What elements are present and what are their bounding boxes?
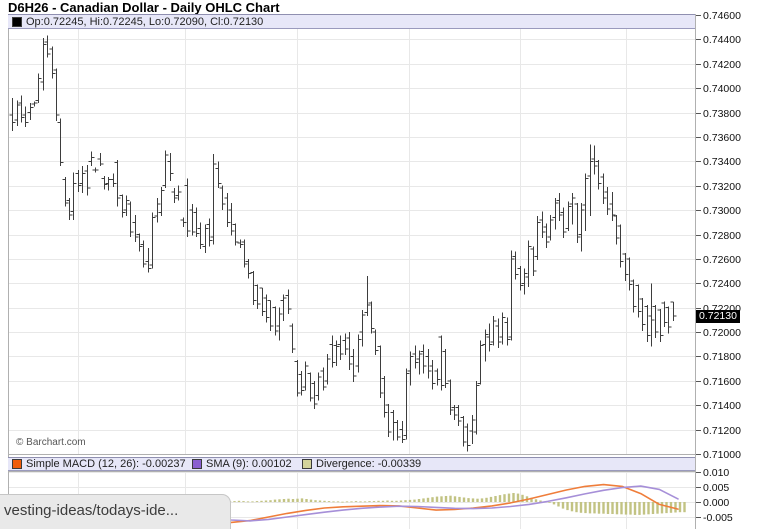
macd-swatch-icon — [12, 459, 22, 469]
svg-text:0.73000: 0.73000 — [703, 205, 741, 217]
svg-text:0.010: 0.010 — [703, 467, 729, 479]
sma-legend-label: SMA (9): 0.00102 — [206, 458, 292, 470]
svg-text:0.74400: 0.74400 — [703, 34, 741, 46]
svg-text:0.005: 0.005 — [703, 482, 729, 494]
svg-text:0.71800: 0.71800 — [703, 351, 741, 363]
svg-text:0.74600: 0.74600 — [703, 10, 741, 22]
svg-text:0.000: 0.000 — [703, 497, 729, 509]
svg-text:0.73800: 0.73800 — [703, 108, 741, 120]
macd-legend-label: Simple MACD (12, 26): -0.00237 — [26, 458, 186, 470]
svg-text:0.72000: 0.72000 — [703, 327, 741, 339]
svg-text:0.71600: 0.71600 — [703, 376, 741, 388]
last-price-flag: 0.72130 — [696, 310, 740, 323]
svg-text:0.72600: 0.72600 — [703, 254, 741, 266]
indicator-legend-strip: Simple MACD (12, 26): -0.00237 SMA (9): … — [8, 457, 695, 471]
barchart-watermark: © Barchart.com — [16, 437, 86, 448]
svg-text:0.73200: 0.73200 — [703, 181, 741, 193]
legend-item-sma: SMA (9): 0.00102 — [192, 458, 292, 470]
svg-text:0.71000: 0.71000 — [703, 449, 741, 461]
svg-text:0.72800: 0.72800 — [703, 230, 741, 242]
price-axis-labels: 0.74600 0.74400 0.74200 0.74000 0.73800 0.736… — [703, 10, 741, 524]
gridlines — [8, 15, 701, 529]
legend-item-macd: Simple MACD (12, 26): -0.00237 — [12, 458, 186, 470]
legend-item-divergence: Divergence: -0.00339 — [302, 458, 421, 470]
svg-text:-0.005: -0.005 — [703, 512, 733, 524]
divergence-swatch-icon — [302, 459, 312, 469]
browser-status-tooltip: vesting-ideas/todays-ide... — [0, 494, 231, 529]
screenshot-root: D6H26 - Canadian Dollar - Daily OHLC Cha… — [0, 0, 768, 529]
svg-text:0.73600: 0.73600 — [703, 132, 741, 144]
ohlc-legend-label: Op:0.72245, Hi:0.72245, Lo:0.72090, Cl:0… — [26, 16, 263, 28]
svg-text:0.73400: 0.73400 — [703, 156, 741, 168]
ohlc-legend-strip: Op:0.72245, Hi:0.72245, Lo:0.72090, Cl:0… — [8, 14, 695, 29]
divergence-legend-label: Divergence: -0.00339 — [316, 458, 421, 470]
svg-text:0.72400: 0.72400 — [703, 278, 741, 290]
ohlc-bars — [10, 36, 677, 452]
price-chart-canvas[interactable]: 0.74600 0.74400 0.74200 0.74000 0.73800 0.736… — [0, 0, 768, 529]
svg-text:0.74000: 0.74000 — [703, 83, 741, 95]
pane-borders — [8, 14, 696, 529]
svg-text:0.71200: 0.71200 — [703, 425, 741, 437]
svg-text:0.74200: 0.74200 — [703, 59, 741, 71]
svg-text:0.71400: 0.71400 — [703, 400, 741, 412]
sma-swatch-icon — [192, 459, 202, 469]
ohlc-series-swatch-icon — [12, 17, 22, 27]
